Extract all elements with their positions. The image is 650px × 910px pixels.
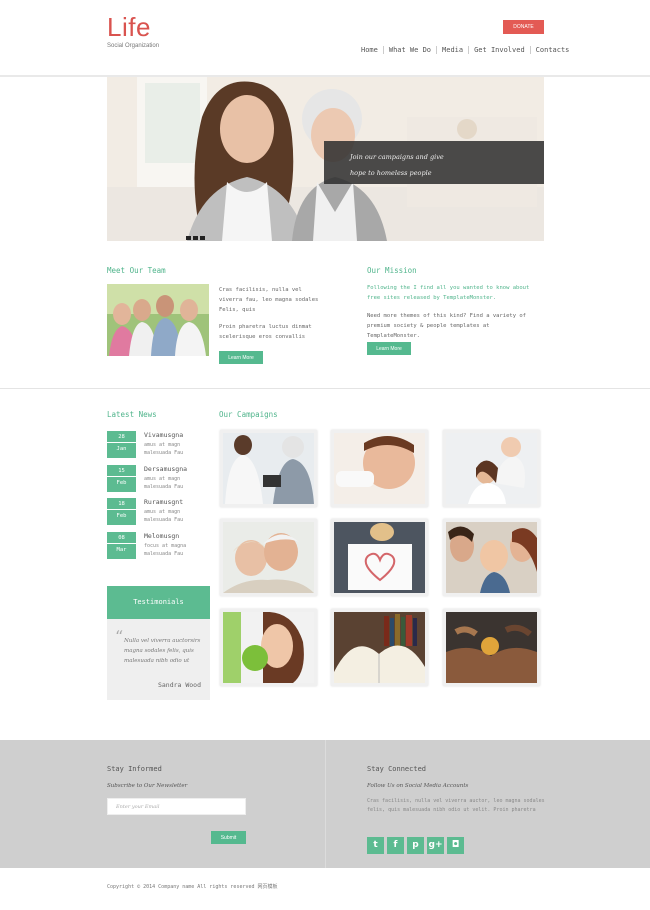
news-month: Mar <box>116 547 127 553</box>
email-input[interactable] <box>107 798 246 815</box>
news-date: 28 Jan <box>107 431 136 458</box>
instagram-icon[interactable]: ◘ <box>447 837 464 854</box>
mission-text-1: Following the I find all you wanted to k… <box>367 285 530 301</box>
news-item-title[interactable]: Melomusgn <box>144 532 179 540</box>
testimonial-author: Sandra Wood <box>157 681 201 689</box>
news-item-title[interactable]: Ruramusgnt <box>144 498 183 506</box>
team-text-1: Cras facilisis, nulla vel viverra fau, l… <box>219 287 319 313</box>
hero-caption-line2: hope to homeless people <box>350 169 432 177</box>
mission-learn-more-button[interactable]: Learn More <box>367 342 411 355</box>
hero-caption: Join our campaigns and give hope to home… <box>324 141 544 184</box>
newsletter-title: Stay Informed <box>107 765 162 773</box>
campaign-image <box>334 433 425 504</box>
testimonial-card: “ Nulla vel viverra auctorsirs magna sod… <box>107 619 210 700</box>
campaign-image <box>446 522 537 593</box>
campaign-tile-apple-woman[interactable] <box>220 609 317 686</box>
campaign-image <box>334 612 425 683</box>
connected-text: Cras facilisis, nulla vel viverra auctor… <box>367 798 545 813</box>
news-title: Latest News <box>107 410 157 419</box>
news-item-desc: amus at magn malesuada Fau <box>144 442 184 456</box>
twitter-icon[interactable]: t <box>367 837 384 854</box>
team-text-2: Proin pharetra luctus dinmat scelerisque… <box>219 324 312 340</box>
campaign-image <box>446 433 537 504</box>
campaign-image <box>223 612 314 683</box>
mission-text-2: Need more themes of this kind? Find a va… <box>367 313 526 339</box>
team-learn-more-button[interactable]: Learn More <box>219 351 263 364</box>
news-day: 15 <box>107 465 136 477</box>
team-title: Meet Our Team <box>107 266 166 275</box>
campaign-tile-doctor[interactable] <box>220 430 317 507</box>
nav-home[interactable]: Home <box>356 46 384 54</box>
news-date: 08 Mar <box>107 532 136 559</box>
quote-icon: “ <box>115 627 124 646</box>
footer-divider <box>325 740 326 868</box>
campaign-tile-mother-child[interactable] <box>443 430 540 507</box>
news-item-desc: focus at magna malesuada Fau <box>144 543 187 557</box>
campaign-tile-elderly-couple[interactable] <box>220 519 317 596</box>
news-item-title[interactable]: Vivamusgna <box>144 431 183 439</box>
news-date: 18 Feb <box>107 498 136 525</box>
nav-get-involved[interactable]: Get Involved <box>469 46 531 54</box>
testimonial-text: Nulla vel viverra auctorsirs magna sodal… <box>124 638 201 664</box>
copyright: Copyright © 2014 Company name All rights… <box>107 884 278 890</box>
logo-tagline: Social Organization <box>107 43 160 49</box>
campaign-image <box>223 433 314 504</box>
facebook-icon[interactable]: f <box>387 837 404 854</box>
mission-title: Our Mission <box>367 266 417 275</box>
team-image <box>107 284 209 356</box>
news-item[interactable]: 08 Mar Melomusgn focus at magna malesuad… <box>107 532 207 560</box>
logo[interactable]: Life <box>107 12 151 43</box>
slider-dot[interactable] <box>193 236 198 240</box>
pinterest-icon[interactable]: p <box>407 837 424 854</box>
slider-dot[interactable] <box>186 236 191 240</box>
social-links: t f p g+ ◘ <box>367 837 464 854</box>
campaign-tile-heart-drawing[interactable] <box>331 519 428 596</box>
slider-dot[interactable] <box>200 236 205 240</box>
news-item[interactable]: 15 Feb Dersamusgna amus at magn malesuad… <box>107 465 207 493</box>
campaign-image <box>446 612 537 683</box>
news-item-title[interactable]: Dersamusgna <box>144 465 187 473</box>
campaign-tile-books[interactable] <box>331 609 428 686</box>
news-month: Jan <box>116 446 127 452</box>
campaigns-title: Our Campaigns <box>219 410 278 419</box>
news-item-desc: amus at magn malesuada Fau <box>144 476 184 490</box>
slider-pagination <box>186 236 205 240</box>
campaign-tile-hands-fruit[interactable] <box>443 609 540 686</box>
section-divider <box>0 388 650 389</box>
donate-button[interactable]: DONATE <box>503 20 544 34</box>
nav-what-we-do[interactable]: What We Do <box>384 46 438 54</box>
google-plus-icon[interactable]: g+ <box>427 837 444 854</box>
campaign-tile-family[interactable] <box>443 519 540 596</box>
news-month: Feb <box>116 480 127 486</box>
nav-media[interactable]: Media <box>437 46 470 54</box>
news-month: Feb <box>116 513 127 519</box>
campaign-tile-baby-bottle[interactable] <box>331 430 428 507</box>
news-item-desc: amus at magn malesuada Fau <box>144 509 184 523</box>
main-nav: Home What We Do Media Get Involved Conta… <box>356 46 574 54</box>
connected-subtitle: Follow Us on Social Media Accounts <box>367 783 469 789</box>
news-day: 08 <box>107 532 136 544</box>
news-day: 28 <box>107 431 136 443</box>
news-day: 18 <box>107 498 136 510</box>
testimonials-title: Testimonials <box>107 586 210 619</box>
campaign-image <box>223 522 314 593</box>
connected-title: Stay Connected <box>367 765 427 773</box>
hero-caption-line1: Join our campaigns and give <box>350 153 444 161</box>
submit-button[interactable]: Submit <box>211 831 246 844</box>
nav-contacts[interactable]: Contacts <box>531 46 575 54</box>
campaign-image <box>334 522 425 593</box>
news-item[interactable]: 18 Feb Ruramusgnt amus at magn malesuada… <box>107 498 207 526</box>
team-photo <box>107 284 209 356</box>
news-item[interactable]: 28 Jan Vivamusgna amus at magn malesuada… <box>107 431 207 459</box>
newsletter-subtitle: Subscribe to Our Newsletter <box>107 783 188 789</box>
news-date: 15 Feb <box>107 465 136 492</box>
